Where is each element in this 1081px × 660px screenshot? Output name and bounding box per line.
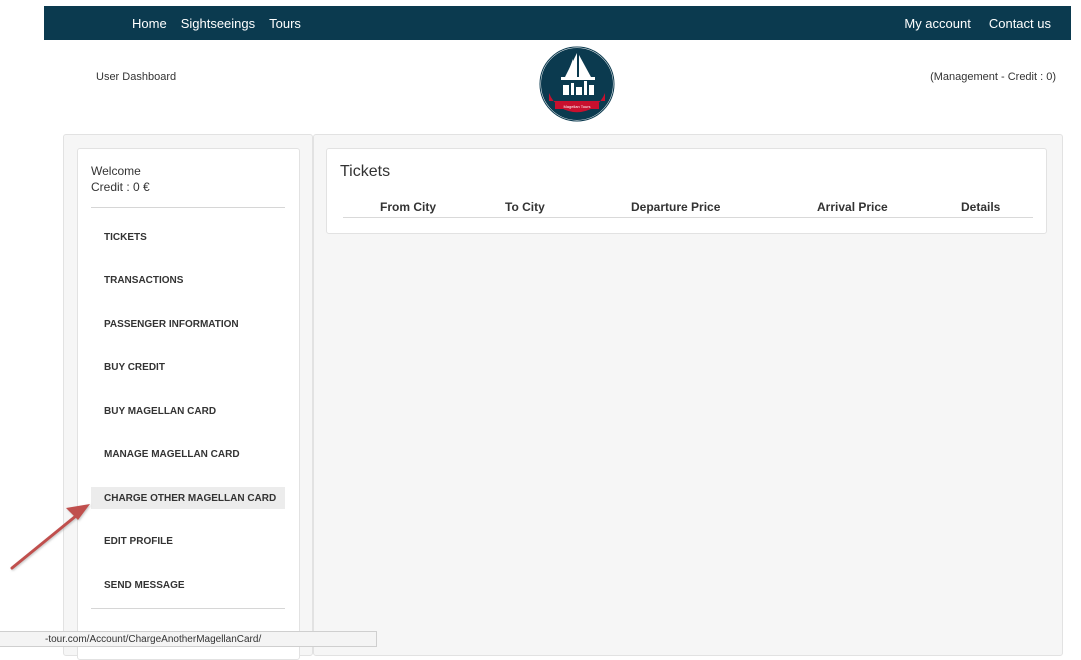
column-details: Details (961, 200, 1001, 214)
tickets-card: Tickets From City To City Departure Pric… (326, 148, 1047, 234)
nav-contact-us-link[interactable]: Contact us (989, 16, 1051, 31)
tickets-header-divider (343, 217, 1033, 218)
top-navbar: Home Sightseeings Tours My account Conta… (44, 6, 1071, 40)
column-arrival-price: Arrival Price (817, 200, 888, 214)
nav-my-account-link[interactable]: My account (904, 16, 970, 31)
sidebar-item-passenger-information[interactable]: PASSENGER INFORMATION (91, 313, 285, 335)
logo-brand-text: Magellan Tours (563, 104, 590, 109)
sidebar-divider-top (91, 207, 285, 208)
nav-home-link[interactable]: Home (132, 16, 167, 31)
annotation-arrow-icon (10, 504, 90, 570)
tickets-title: Tickets (340, 163, 391, 180)
sidebar-item-manage-magellan-card[interactable]: MANAGE MAGELLAN CARD (91, 443, 285, 465)
sidebar-item-edit-profile[interactable]: EDIT PROFILE (91, 530, 285, 552)
column-to-city: To City (505, 200, 545, 214)
sidebar-item-send-message[interactable]: SEND MESSAGE (91, 574, 285, 596)
nav-tours-link[interactable]: Tours (269, 16, 301, 31)
nav-right: My account Contact us (886, 6, 1051, 40)
sidebar-item-tickets[interactable]: TICKETS (91, 226, 285, 248)
browser-status-bar: -tour.com/Account/ChargeAnotherMagellanC… (0, 631, 377, 647)
column-from-city: From City (380, 200, 437, 214)
welcome-block: Welcome Credit : 0 € (91, 163, 150, 195)
sidebar-item-buy-magellan-card[interactable]: BUY MAGELLAN CARD (91, 400, 285, 422)
nav-sightseeings-link[interactable]: Sightseeings (181, 16, 255, 31)
sidebar: Welcome Credit : 0 € TICKETS TRANSACTION… (77, 148, 300, 660)
column-departure-price: Departure Price (631, 200, 721, 214)
sidebar-item-charge-other-magellan-card[interactable]: CHARGE OTHER MAGELLAN CARD (91, 487, 285, 509)
user-dashboard-label: User Dashboard (96, 71, 177, 83)
magellan-logo[interactable]: Magellan Tours (537, 45, 617, 123)
credit-text: Credit : 0 € (91, 180, 150, 194)
welcome-text: Welcome (91, 164, 141, 178)
sidebar-divider-bottom (91, 608, 285, 609)
sidebar-item-buy-credit[interactable]: BUY CREDIT (91, 356, 285, 378)
nav-left: Home Sightseeings Tours (132, 6, 315, 40)
sidebar-item-transactions[interactable]: TRANSACTIONS (91, 269, 285, 291)
management-credit-label: (Management - Credit : 0) (930, 71, 1056, 83)
